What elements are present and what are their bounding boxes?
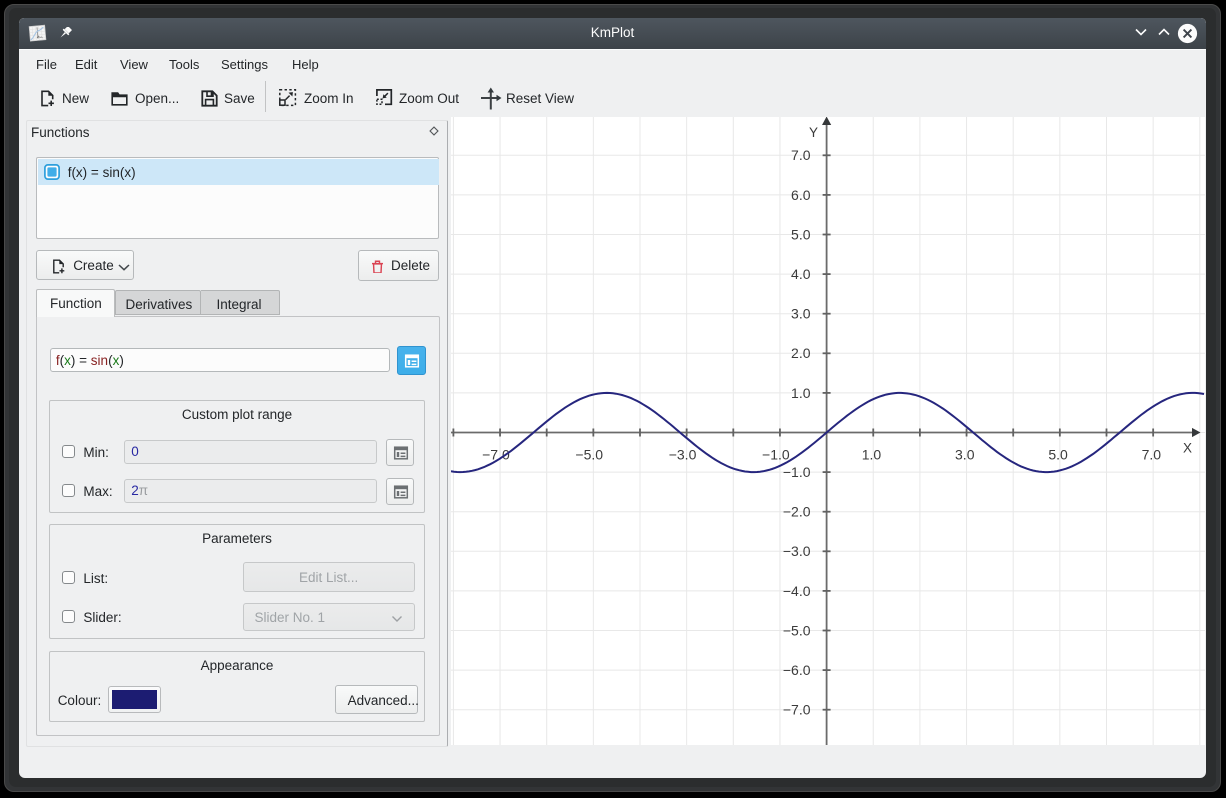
svg-text:−4.0: −4.0 bbox=[783, 583, 811, 599]
svg-text:5.0: 5.0 bbox=[1048, 446, 1068, 462]
svg-text:−5.0: −5.0 bbox=[783, 622, 811, 638]
svg-text:−7.0: −7.0 bbox=[783, 702, 811, 718]
svg-text:−1.0: −1.0 bbox=[783, 464, 811, 480]
svg-text:4.0: 4.0 bbox=[791, 266, 811, 282]
svg-text:Y: Y bbox=[809, 125, 818, 140]
svg-text:−2.0: −2.0 bbox=[783, 504, 811, 520]
svg-text:6.0: 6.0 bbox=[791, 187, 811, 203]
svg-text:2.0: 2.0 bbox=[791, 345, 811, 361]
svg-text:7.0: 7.0 bbox=[1142, 446, 1162, 462]
svg-text:3.0: 3.0 bbox=[955, 446, 975, 462]
svg-text:−6.0: −6.0 bbox=[783, 662, 811, 678]
svg-text:1.0: 1.0 bbox=[791, 385, 811, 401]
svg-text:7.0: 7.0 bbox=[791, 147, 811, 163]
svg-text:−1.0: −1.0 bbox=[762, 446, 790, 462]
svg-text:−5.0: −5.0 bbox=[575, 446, 603, 462]
svg-text:5.0: 5.0 bbox=[791, 226, 811, 242]
svg-text:X: X bbox=[1183, 440, 1192, 455]
svg-text:−3.0: −3.0 bbox=[669, 446, 697, 462]
svg-text:1.0: 1.0 bbox=[862, 446, 882, 462]
svg-text:3.0: 3.0 bbox=[791, 306, 811, 322]
svg-text:−3.0: −3.0 bbox=[783, 543, 811, 559]
